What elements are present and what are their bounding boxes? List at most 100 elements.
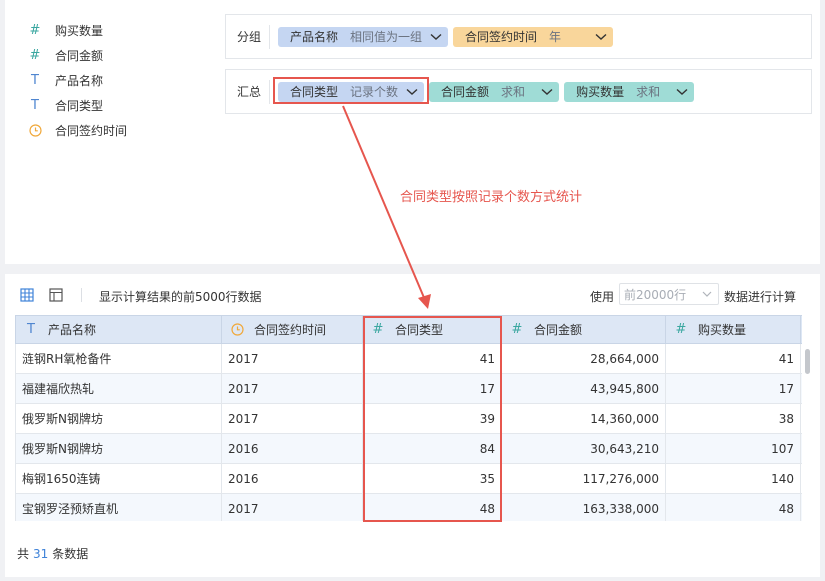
field-list: # 购买数量 # 合同金额 T 产品名称 T 合同类型 合同签约时间 — [28, 18, 127, 143]
footer-prefix: 共 — [17, 547, 30, 561]
field-name: 合同金额 — [55, 49, 104, 63]
cell-product-name: 梅钢1650连铸 — [15, 464, 222, 493]
field-item-product-name[interactable]: T 产品名称 — [28, 68, 127, 93]
row-count-footer: 共 31 条数据 — [17, 545, 88, 562]
cell-product-name: 宝钢罗泾预矫直机 — [15, 494, 222, 521]
cell-contract-amount: 117,276,000 — [502, 464, 666, 493]
cell-product-name: 涟钢RH氧枪备件 — [15, 344, 222, 373]
column-header-contract-type[interactable]: # 合同类型 — [363, 316, 502, 343]
cell-contract-type: 35 — [363, 464, 502, 493]
cell-sign-date: 2016 — [222, 464, 363, 493]
pill-agg: 相同值为一组 — [350, 30, 423, 44]
rows-limit-select[interactable]: 前20000行 — [619, 283, 719, 305]
cell-purchase-qty: 48 — [666, 494, 801, 521]
cell-product-name: 福建福欣热轧 — [15, 374, 222, 403]
cell-contract-type: 41 — [363, 344, 502, 373]
table-row: 俄罗斯N钢牌坊 2016 84 30,643,210 107 — [15, 434, 802, 464]
cell-contract-type: 84 — [363, 434, 502, 463]
clock-icon — [230, 323, 244, 336]
column-header-contract-amount[interactable]: # 合同金额 — [502, 316, 666, 343]
pill-agg: 求和 — [636, 85, 661, 99]
field-item-contract-amount[interactable]: # 合同金额 — [28, 43, 127, 68]
field-item-sign-date[interactable]: 合同签约时间 — [28, 118, 127, 143]
cell-product-name: 俄罗斯N钢牌坊 — [15, 434, 222, 463]
footer-suffix: 条数据 — [52, 547, 89, 561]
table-grid-icon[interactable] — [20, 288, 34, 302]
field-name: 产品名称 — [55, 74, 104, 88]
cell-sign-date: 2017 — [222, 374, 363, 403]
annotation-text: 合同类型按照记录个数方式统计 — [400, 190, 583, 205]
cell-sign-date: 2017 — [222, 494, 363, 521]
pill-agg: 求和 — [501, 85, 526, 99]
group-pill-product-name[interactable]: 产品名称 相同值为一组 — [278, 26, 449, 47]
text-type-icon: T — [27, 322, 35, 337]
table-row: 涟钢RH氧枪备件 2017 41 28,664,000 41 — [15, 344, 802, 374]
chevron-down-icon[interactable] — [430, 33, 442, 41]
text-type-icon: T — [31, 73, 39, 88]
field-name: 合同类型 — [55, 99, 104, 113]
cell-purchase-qty: 17 — [666, 374, 801, 403]
config-panel: # 购买数量 # 合同金额 T 产品名称 T 合同类型 合同签约时间 分组 产品… — [5, 0, 820, 264]
column-header-purchase-qty[interactable]: # 购买数量 — [666, 316, 801, 343]
number-icon: # — [511, 322, 523, 337]
field-item-contract-type[interactable]: T 合同类型 — [28, 93, 127, 118]
group-region: 分组 产品名称 相同值为一组 合同签约时间 年 — [225, 14, 812, 59]
cell-contract-type: 17 — [363, 374, 502, 403]
cell-contract-amount: 28,664,000 — [502, 344, 666, 373]
rows-limit-value: 前20000行 — [624, 287, 687, 302]
number-icon: # — [29, 48, 41, 63]
cell-contract-amount: 163,338,000 — [502, 494, 666, 521]
table-row: 福建福欣热轧 2017 17 43,945,800 17 — [15, 374, 802, 404]
column-title: 购买数量 — [698, 323, 747, 337]
pill-agg: 年 — [549, 30, 562, 44]
chevron-down-icon[interactable] — [541, 88, 553, 96]
cell-sign-date: 2017 — [222, 404, 363, 433]
group-pill-sign-date[interactable]: 合同签约时间 年 — [453, 26, 614, 47]
cell-contract-amount: 14,360,000 — [502, 404, 666, 433]
cell-purchase-qty: 38 — [666, 404, 801, 433]
table-header: T 产品名称 合同签约时间 # 合同类型 # 合同金额 # 购买数量 — [15, 315, 802, 344]
footer-count: 31 — [33, 547, 49, 561]
field-name: 购买数量 — [55, 24, 104, 38]
pill-name: 购买数量 — [576, 85, 625, 99]
column-title: 产品名称 — [48, 323, 97, 337]
preview-panel: 显示计算结果的前5000行数据 使用 前20000行 数据进行计算 T 产品名称… — [5, 274, 820, 577]
compute-label: 数据进行计算 — [724, 290, 797, 304]
data-table: T 产品名称 合同签约时间 # 合同类型 # 合同金额 # 购买数量 涟钢RH氧… — [15, 315, 802, 521]
field-name: 合同签约时间 — [55, 124, 128, 138]
number-icon: # — [372, 322, 384, 337]
chevron-down-icon[interactable] — [676, 88, 688, 96]
use-label: 使用 — [590, 290, 615, 304]
column-title: 合同金额 — [534, 323, 583, 337]
summary-pill-contract-amount[interactable]: 合同金额 求和 — [429, 81, 560, 102]
summary-label: 汇总 — [226, 79, 270, 104]
cell-contract-type: 48 — [363, 494, 502, 521]
panel-layout-icon[interactable] — [49, 288, 63, 302]
summary-pill-purchase-qty[interactable]: 购买数量 求和 — [564, 81, 695, 102]
highlight-box-summary-pill — [273, 77, 429, 104]
number-icon: # — [675, 322, 687, 337]
chevron-down-icon — [702, 291, 712, 297]
pill-name: 合同金额 — [441, 85, 490, 99]
cell-contract-amount: 30,643,210 — [502, 434, 666, 463]
preview-toolbar: 显示计算结果的前5000行数据 使用 前20000行 数据进行计算 — [5, 283, 820, 307]
column-header-sign-date[interactable]: 合同签约时间 — [222, 316, 363, 343]
cell-sign-date: 2017 — [222, 344, 363, 373]
cell-purchase-qty: 140 — [666, 464, 801, 493]
column-header-product-name[interactable]: T 产品名称 — [15, 316, 222, 343]
cell-contract-amount: 43,945,800 — [502, 374, 666, 403]
column-title: 合同签约时间 — [254, 323, 327, 337]
pill-name: 合同签约时间 — [465, 30, 538, 44]
toolbar-divider — [81, 288, 82, 302]
rows-info-text: 显示计算结果的前5000行数据 — [99, 290, 262, 304]
table-scrollbar[interactable] — [805, 349, 810, 374]
cell-contract-type: 39 — [363, 404, 502, 433]
table-row: 宝钢罗泾预矫直机 2017 48 163,338,000 48 — [15, 494, 802, 521]
pill-name: 产品名称 — [290, 30, 339, 44]
cell-sign-date: 2016 — [222, 434, 363, 463]
number-icon: # — [29, 23, 41, 38]
field-item-purchase-qty[interactable]: # 购买数量 — [28, 18, 127, 43]
table-row: 梅钢1650连铸 2016 35 117,276,000 140 — [15, 464, 802, 494]
chevron-down-icon[interactable] — [595, 33, 607, 41]
text-type-icon: T — [31, 98, 39, 113]
